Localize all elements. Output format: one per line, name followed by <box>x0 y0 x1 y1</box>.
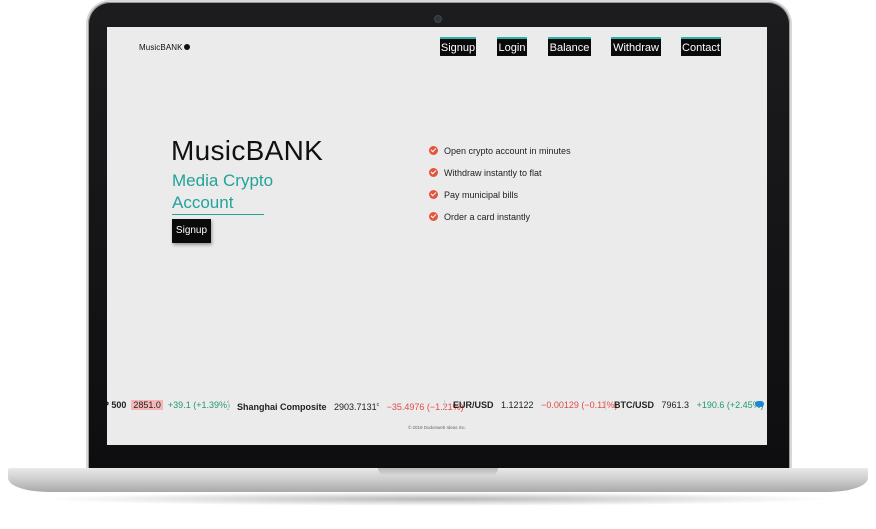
ticker-name: EUR/USD <box>453 400 494 410</box>
hero-subtitle-line1: Media Crypto <box>172 171 274 190</box>
ticker-change: +39.1 (+1.39%) <box>167 400 230 410</box>
ticker-price: 1.12122 <box>501 400 534 410</box>
hero-subtitle-line2: Account <box>172 193 264 215</box>
nav-balance-button[interactable]: Balance <box>548 37 591 56</box>
ticker-name: BTC/USD <box>614 400 654 410</box>
footer-copyright: © 2019 Dodonweb Ideas Inc. <box>407 425 467 430</box>
feature-text: Open crypto account in minutes <box>444 146 571 156</box>
ticker-item[interactable]: EUR/USD 1.12122 −0.00129 (−0.11%) <box>453 397 617 413</box>
ticker-name: P 500 <box>107 400 127 410</box>
laptop-notch <box>378 468 498 476</box>
nav-login-button[interactable]: Login <box>497 37 527 56</box>
screen: MusicBANK Signup Login Balance Withdraw … <box>107 27 767 445</box>
nav-signup-button[interactable]: Signup <box>440 37 476 56</box>
check-icon <box>429 146 438 155</box>
hero-signup-button[interactable]: Signup <box>172 219 211 243</box>
camera-icon <box>435 16 441 22</box>
feature-text: Order a card instantly <box>444 212 531 222</box>
ticker-price: 2851.0 <box>131 400 163 410</box>
ticker-divider <box>444 400 445 410</box>
check-icon <box>429 168 438 177</box>
market-ticker[interactable]: P 500 2851.0 +39.1 (+1.39%) Shanghai Com… <box>107 397 767 413</box>
laptop-shadow <box>40 492 836 506</box>
ticker-item[interactable]: Shanghai Composite 2903.7131c −35.4976 (… <box>237 397 464 413</box>
ticker-price: 2903.7131 <box>334 402 377 412</box>
cloud-icon[interactable] <box>755 401 764 407</box>
ticker-change: +190.6 (+2.45%) <box>696 400 764 410</box>
check-icon <box>429 212 438 221</box>
ticker-item[interactable]: P 500 2851.0 +39.1 (+1.39%) <box>107 397 230 413</box>
ticker-name: Shanghai Composite <box>237 402 327 412</box>
ticker-item[interactable]: BTC/USD 7961.3 +190.6 (+2.45%) <box>614 397 764 413</box>
logo-dot-icon <box>183 43 190 50</box>
logo-text: MusicBANK <box>139 43 183 52</box>
site-logo[interactable]: MusicBANK <box>139 43 190 52</box>
ticker-divider <box>605 400 606 410</box>
hero-title: MusicBANK <box>171 135 324 166</box>
nav-contact-button[interactable]: Contact <box>681 37 721 56</box>
feature-text: Withdraw instantly to flat <box>444 168 542 178</box>
ticker-price: 7961.3 <box>661 400 690 410</box>
ticker-change: −0.00129 (−0.11%) <box>541 400 618 410</box>
ticker-price-suffix: c <box>376 402 380 408</box>
check-icon <box>429 190 438 199</box>
feature-text: Pay municipal bills <box>444 190 519 200</box>
nav-withdraw-button[interactable]: Withdraw <box>611 37 661 56</box>
ticker-divider <box>228 400 229 410</box>
